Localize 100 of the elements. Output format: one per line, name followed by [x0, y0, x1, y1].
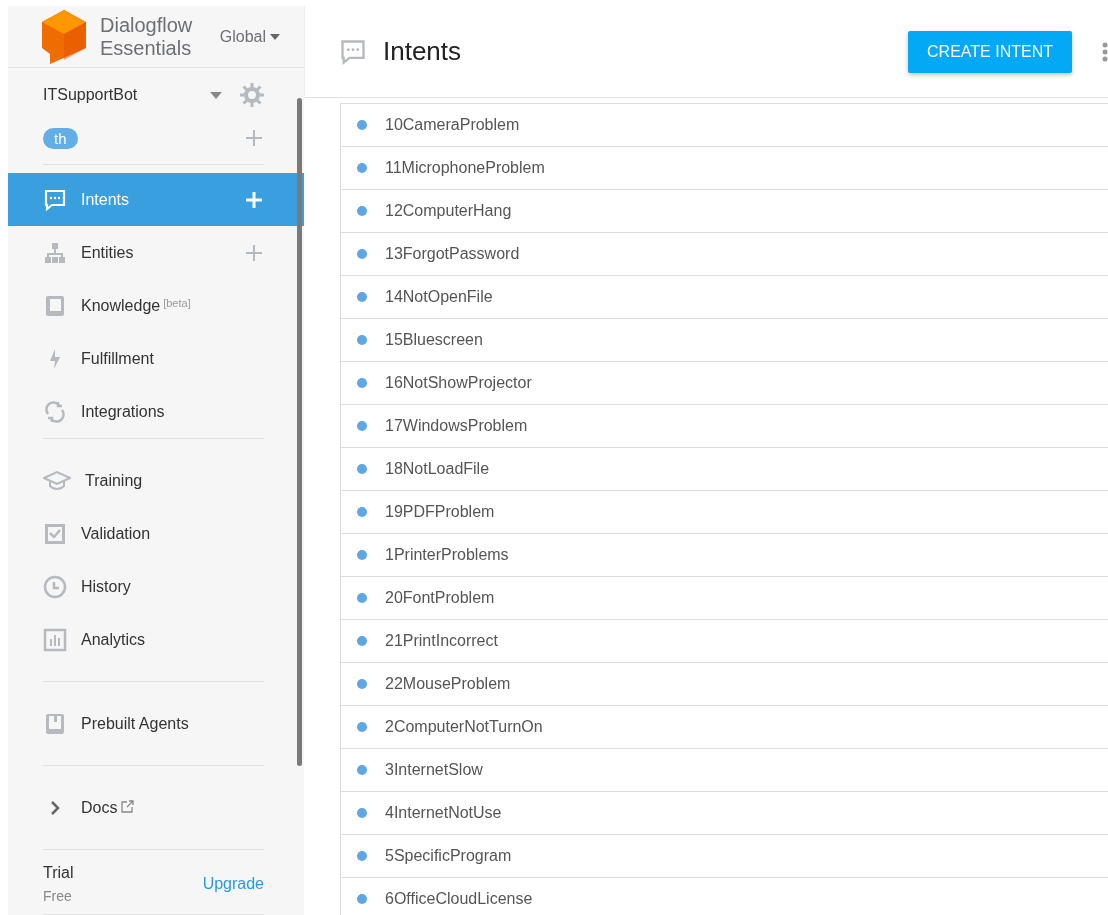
intent-name: 5SpecificProgram [385, 847, 512, 865]
nav-item[interactable]: Fulfillment [8, 332, 304, 385]
intent-name: 14NotOpenFile [385, 288, 493, 306]
intent-name: 10CameraProblem [385, 116, 520, 134]
intent-name: 18NotLoadFile [385, 460, 490, 478]
status-dot [357, 163, 367, 173]
status-dot [357, 851, 367, 861]
status-dot [357, 722, 367, 732]
book-icon [43, 293, 67, 318]
intent-name: 6OfficeCloudLicense [385, 890, 533, 908]
status-dot [357, 335, 367, 345]
status-dot [357, 378, 367, 388]
intent-name: 4InternetNotUse [385, 804, 502, 822]
nav-item[interactable]: Analytics [8, 613, 304, 666]
intent-name: 21PrintIncorrect [385, 632, 498, 650]
intent-name: 12ComputerHang [385, 202, 512, 220]
nav-item[interactable]: Validation [8, 507, 304, 560]
settings-icon[interactable] [240, 83, 264, 107]
more-icon[interactable] [1102, 41, 1108, 62]
add-language-button[interactable] [244, 128, 264, 148]
chat-icon [339, 37, 367, 66]
nav-label: Training [85, 471, 144, 490]
graduation-cap-icon [43, 469, 71, 492]
agent-name[interactable]: ITSupportBot [43, 86, 210, 104]
caret-icon [270, 33, 280, 40]
intent-row[interactable]: 11MicrophoneProblem [341, 147, 1108, 190]
intent-row[interactable]: 17WindowsProblem [341, 405, 1108, 448]
intent-row[interactable]: 4InternetNotUse [341, 792, 1108, 835]
nav-item[interactable]: Training [8, 454, 304, 507]
intent-row[interactable]: 5SpecificProgram [341, 835, 1108, 878]
intent-name: 11MicrophoneProblem [385, 159, 545, 177]
intent-name: 1PrinterProblems [385, 546, 509, 564]
intent-row[interactable]: 13ForgotPassword [341, 233, 1108, 276]
status-dot [357, 464, 367, 474]
page-title: Intents [383, 36, 463, 67]
status-dot [357, 292, 367, 302]
nav-label: Validation [81, 524, 152, 543]
intent-row[interactable]: 1PrinterProblems [341, 534, 1108, 577]
status-dot [357, 249, 367, 259]
hierarchy-icon [43, 240, 67, 265]
intent-row[interactable]: 19PDFProblem [341, 491, 1108, 534]
bar-chart-icon [43, 627, 67, 652]
plan-label: Free [43, 888, 73, 904]
intent-row[interactable]: 14NotOpenFile [341, 276, 1108, 319]
intent-row[interactable]: 6OfficeCloudLicense [341, 878, 1108, 915]
intent-name: 20FontProblem [385, 589, 495, 607]
intent-row[interactable]: 15Bluescreen [341, 319, 1108, 362]
caret-icon[interactable] [210, 91, 222, 99]
logo-icon [42, 9, 86, 64]
checkbox-icon [43, 521, 67, 546]
status-dot [357, 765, 367, 775]
scrollbar[interactable] [297, 98, 302, 766]
region-dropdown[interactable]: Global [219, 27, 280, 46]
status-dot [357, 593, 367, 603]
intent-row[interactable]: 20FontProblem [341, 577, 1108, 620]
nav-label: Analytics [81, 630, 147, 649]
intent-row[interactable]: 12ComputerHang [341, 190, 1108, 233]
nav-label: Entities [81, 243, 135, 262]
status-dot [357, 120, 367, 130]
intent-row[interactable]: 10CameraProblem [341, 104, 1108, 147]
status-dot [357, 679, 367, 689]
book-icon [43, 711, 67, 736]
add-button[interactable] [244, 242, 264, 263]
nav-label: Docs [81, 798, 264, 817]
clock-icon [43, 574, 67, 599]
nav-label: Prebuilt Agents [81, 714, 190, 733]
intent-name: 15Bluescreen [385, 331, 483, 349]
intent-name: 2ComputerNotTurnOn [385, 718, 543, 736]
nav-label: Intents [81, 190, 131, 209]
nav-label: Fulfillment [81, 349, 155, 368]
nav-label: History [81, 577, 132, 596]
intent-name: 3InternetSlow [385, 761, 483, 779]
status-dot [357, 421, 367, 431]
brand-name: Dialogflow [100, 13, 194, 37]
nav-label: Integrations [81, 402, 166, 421]
intent-row[interactable]: 21PrintIncorrect [341, 620, 1108, 663]
intent-row[interactable]: 2ComputerNotTurnOn [341, 706, 1108, 749]
nav-item[interactable]: Docs [8, 781, 304, 834]
nav-item[interactable]: Prebuilt Agents [8, 697, 304, 750]
status-dot [357, 507, 367, 517]
sync-icon [43, 399, 67, 424]
intent-row[interactable]: 22MouseProblem [341, 663, 1108, 706]
intent-row[interactable]: 3InternetSlow [341, 749, 1108, 792]
brand-name: Essentials [100, 36, 193, 60]
intent-name: 19PDFProblem [385, 503, 495, 521]
nav-item[interactable]: History [8, 560, 304, 613]
intent-row[interactable]: 18NotLoadFile [341, 448, 1108, 491]
nav-item[interactable]: Entities [8, 226, 304, 279]
status-dot [357, 550, 367, 560]
intent-name: 13ForgotPassword [385, 245, 520, 263]
intent-name: 22MouseProblem [385, 675, 511, 693]
status-dot [357, 206, 367, 216]
nav-item[interactable]: Integrations [8, 385, 304, 438]
status-dot [357, 808, 367, 818]
intent-row[interactable]: 16NotShowProjector [341, 362, 1108, 405]
status-dot [357, 894, 367, 904]
status-dot [357, 636, 367, 646]
plan-name: Trial [43, 864, 74, 882]
intent-name: 17WindowsProblem [385, 417, 528, 435]
chat-icon [43, 187, 67, 212]
